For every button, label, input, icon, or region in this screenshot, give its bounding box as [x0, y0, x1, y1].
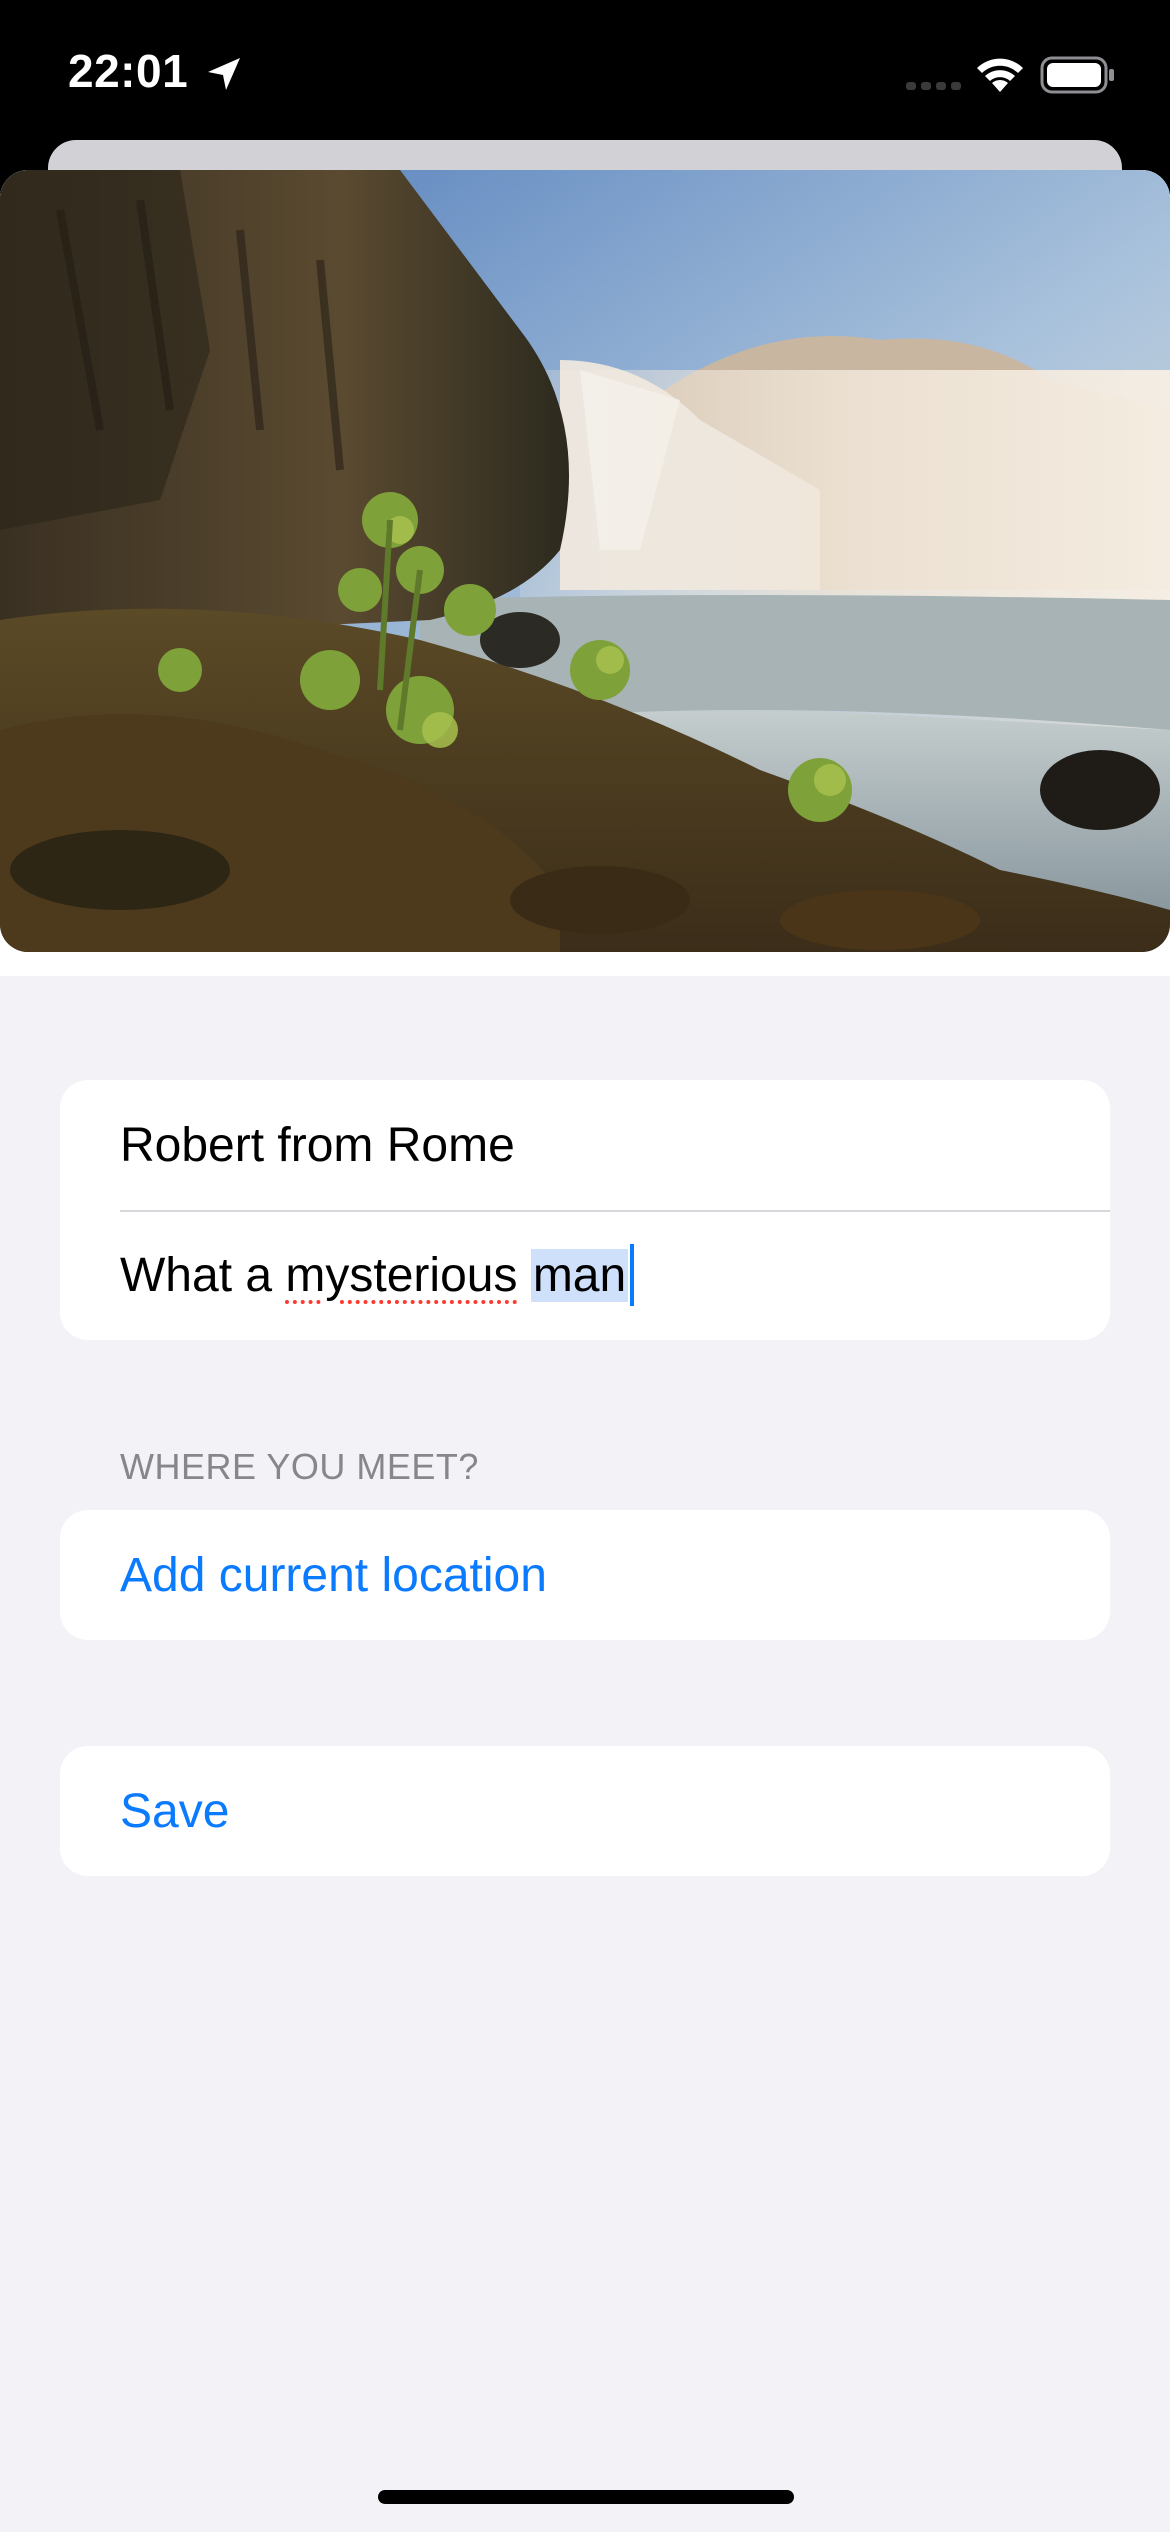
add-current-location-button[interactable]: Add current location	[60, 1510, 1110, 1640]
note-text-prefix: What a	[120, 1248, 286, 1302]
contact-photo[interactable]	[0, 170, 1170, 952]
screen: 22:01 Robert from Rome What a mysterious…	[0, 0, 1170, 2532]
home-indicator	[378, 2490, 794, 2504]
add-contact-sheet: Robert from Rome What a mysterious man W…	[0, 170, 1170, 2532]
note-text-space	[517, 1249, 530, 1302]
contact-details-group: Robert from Rome What a mysterious man	[60, 1080, 1110, 1340]
location-section-header: WHERE YOU MEET?	[120, 1446, 479, 1487]
status-bar: 22:01	[0, 0, 1170, 140]
selected-text[interactable]: man	[530, 1248, 629, 1302]
save-group: Save	[60, 1746, 1110, 1876]
wifi-icon	[977, 58, 1023, 92]
note-field[interactable]: What a mysterious man	[60, 1210, 1110, 1340]
waterfall-photo-image	[0, 170, 1170, 952]
cellular-signal-icon	[906, 82, 961, 90]
status-time: 22:01	[68, 45, 189, 97]
location-group: Add current location	[60, 1510, 1110, 1640]
save-button[interactable]: Save	[60, 1746, 1110, 1876]
location-arrow-icon	[208, 58, 240, 90]
misspelled-word[interactable]: mysterious	[285, 1249, 517, 1302]
photo-container	[0, 170, 1170, 976]
name-field-value: Robert from Rome	[120, 1118, 515, 1172]
text-cursor	[630, 1244, 635, 1306]
note-field-text: What a mysterious man	[120, 1248, 629, 1303]
battery-icon	[1040, 56, 1114, 94]
name-field[interactable]: Robert from Rome	[60, 1080, 1110, 1210]
